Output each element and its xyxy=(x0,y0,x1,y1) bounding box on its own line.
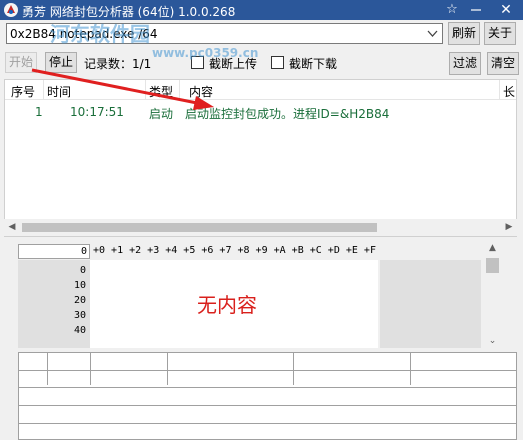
stop-button[interactable]: 停止 xyxy=(45,52,77,73)
hex-ascii-area[interactable] xyxy=(380,260,481,348)
column-header-length[interactable]: 长 xyxy=(503,83,515,100)
grid-line xyxy=(19,387,516,388)
hex-offset-label: 30 xyxy=(73,310,86,321)
row-content: 启动监控封包成功。进程ID=&H2B84 xyxy=(185,107,390,121)
table-row[interactable]: 1 10:17:51 启动 启动监控封包成功。进程ID=&H2B84 xyxy=(5,101,516,121)
scrollbar-thumb[interactable] xyxy=(22,223,377,232)
title-bar: 勇芳 网络封包分析器 (64位) 1.0.0.268 ☆ ✕ xyxy=(0,0,523,20)
row-index: 1 xyxy=(35,105,43,119)
chevron-down-icon[interactable]: ⌄ xyxy=(484,334,501,349)
refresh-button[interactable]: 刷新 xyxy=(448,22,480,45)
column-header-content[interactable]: 内容 xyxy=(189,83,213,100)
hex-offset-label: 40 xyxy=(73,325,86,336)
pin-icon[interactable]: ☆ xyxy=(444,1,460,19)
about-button[interactable]: 关于 xyxy=(484,22,516,45)
chevron-down-icon[interactable] xyxy=(425,26,440,41)
grid-line xyxy=(293,353,294,385)
grid-line xyxy=(47,353,48,385)
column-divider[interactable] xyxy=(179,80,180,100)
horizontal-scrollbar[interactable]: ◀ ▶ xyxy=(4,219,517,236)
column-divider[interactable] xyxy=(499,80,500,100)
clear-button[interactable]: 清空 xyxy=(487,52,519,75)
vertical-scrollbar[interactable]: ▲ ⌄ xyxy=(484,241,501,349)
packet-log-table[interactable]: 序号 时间 类型 内容 长 1 10:17:51 启动 启动监控封包成功。进程I… xyxy=(4,79,517,237)
watermark-url: www.pc0359.cn xyxy=(152,46,259,60)
close-icon[interactable]: ✕ xyxy=(496,1,516,19)
cut-download-label[interactable]: 截断下载 xyxy=(289,55,337,72)
grid-line xyxy=(19,405,516,406)
filter-button[interactable]: 过滤 xyxy=(449,52,481,75)
row-type: 启动 xyxy=(149,107,174,121)
cut-download-checkbox[interactable] xyxy=(271,56,284,69)
table-header: 序号 时间 类型 内容 长 xyxy=(5,80,516,100)
row-time: 10:17:51 xyxy=(70,105,124,119)
app-logo-icon xyxy=(4,3,18,17)
column-header-type[interactable]: 类型 xyxy=(149,83,173,100)
scroll-right-icon[interactable]: ▶ xyxy=(501,219,517,236)
grid-line xyxy=(19,423,516,424)
hex-offset-header: 0 xyxy=(18,244,90,259)
grid-line xyxy=(410,353,411,385)
grid-line xyxy=(19,370,516,371)
empty-state-text: 无内容 xyxy=(197,293,257,317)
record-count: 记录数：1/1 xyxy=(84,57,152,71)
grid-line xyxy=(90,353,91,385)
hex-offset-column: 0 10 20 30 40 xyxy=(18,260,90,348)
hex-offset-label: 0 xyxy=(79,265,86,276)
minimize-icon[interactable] xyxy=(466,1,486,19)
packet-detail-grid[interactable] xyxy=(18,352,517,440)
scroll-left-icon[interactable]: ◀ xyxy=(4,219,20,236)
scroll-up-icon[interactable]: ▲ xyxy=(484,241,501,256)
scrollbar-thumb[interactable] xyxy=(486,258,499,273)
grid-line xyxy=(167,353,168,385)
column-header-index[interactable]: 序号 xyxy=(11,83,35,100)
hex-offset-label: 10 xyxy=(73,280,86,291)
hex-offset-label: 20 xyxy=(73,295,86,306)
column-divider[interactable] xyxy=(43,80,44,100)
hex-column-header: +0 +1 +2 +3 +4 +5 +6 +7 +8 +9 +A +B +C +… xyxy=(93,245,376,256)
column-header-time[interactable]: 时间 xyxy=(47,83,71,100)
column-divider[interactable] xyxy=(145,80,146,100)
watermark-logo: 河东软件园 xyxy=(50,22,150,46)
start-button[interactable]: 开始 xyxy=(5,52,37,73)
